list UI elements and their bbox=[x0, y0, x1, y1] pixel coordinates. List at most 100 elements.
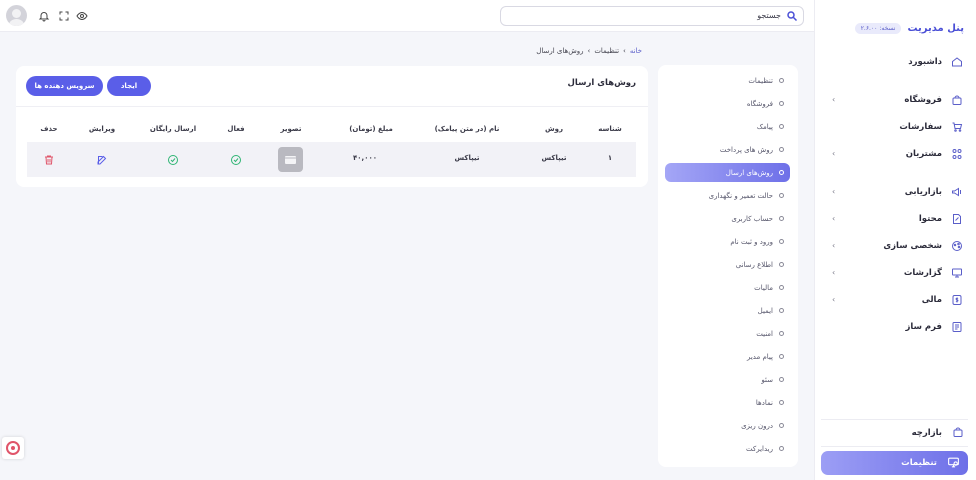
circle-icon bbox=[779, 377, 784, 382]
nav-orders-label: سفارشات bbox=[899, 121, 942, 132]
nav-store[interactable]: فروشگاه ‹ bbox=[814, 86, 976, 113]
circle-icon bbox=[779, 239, 784, 244]
shipping-methods-card: روش‌های ارسال ایجاد سرویس دهنده ها شناسه… bbox=[16, 66, 648, 187]
nav-content[interactable]: محتوا ‹ bbox=[814, 205, 976, 232]
floating-help-button[interactable] bbox=[2, 437, 24, 459]
form-icon bbox=[950, 320, 964, 334]
submenu-item[interactable]: سئو bbox=[665, 370, 790, 389]
nav-personalization-label: شخصی سازی bbox=[883, 240, 942, 251]
submenu-item[interactable]: حالت تعمیر و نگهداری bbox=[665, 186, 790, 205]
submenu-item[interactable]: فروشگاه bbox=[665, 94, 790, 113]
circle-icon bbox=[779, 170, 784, 175]
submenu-item[interactable]: حساب کاربری bbox=[665, 209, 790, 228]
support-icon bbox=[6, 441, 20, 455]
nav-personalization[interactable]: شخصی سازی ‹ bbox=[814, 232, 976, 259]
breadcrumb-current: روش‌های ارسال bbox=[536, 47, 584, 55]
nav-content-label: محتوا bbox=[918, 213, 942, 224]
submenu-item[interactable]: ریدایرکت bbox=[665, 439, 790, 458]
nav-orders[interactable]: سفارشات bbox=[814, 113, 976, 140]
submenu-item[interactable]: نمادها bbox=[665, 393, 790, 412]
nav-marketing-label: بازاریابی bbox=[904, 186, 942, 197]
breadcrumb-home[interactable]: خانه bbox=[630, 47, 642, 55]
nav-customers-label: مشتریان bbox=[905, 148, 942, 159]
version-badge: نسخه: ۲.۶.۰۰ bbox=[854, 22, 902, 34]
submenu-item[interactable]: مالیات bbox=[665, 278, 790, 297]
main-sidebar: پنل مدیریت نسخه: ۲.۶.۰۰ داشبورد فروشگاه … bbox=[814, 0, 976, 480]
nav-bazarche[interactable]: بازارچه bbox=[824, 426, 964, 440]
nav-finance[interactable]: مالی ‹ bbox=[814, 286, 976, 313]
submenu-item[interactable]: روش های پرداخت bbox=[665, 140, 790, 159]
chevron-left-icon: ‹ bbox=[832, 187, 836, 196]
chevron-left-icon: ‹ bbox=[832, 241, 836, 250]
submenu-item[interactable]: پیامک bbox=[665, 117, 790, 136]
free-shipping-check-icon[interactable] bbox=[167, 154, 179, 166]
create-button[interactable]: ایجاد bbox=[107, 76, 151, 96]
top-bar: جستجو bbox=[0, 0, 814, 32]
submenu-item[interactable]: امنیت bbox=[665, 324, 790, 343]
chevron-left-icon: ‹ bbox=[832, 149, 836, 158]
palette-icon bbox=[950, 239, 964, 253]
shopping-bag-icon bbox=[952, 426, 964, 440]
edit-icon[interactable] bbox=[96, 154, 108, 166]
delete-icon[interactable] bbox=[43, 154, 55, 166]
submenu-item-label: تنظیمات bbox=[748, 76, 773, 85]
submenu-item[interactable]: پیام مدیر bbox=[665, 347, 790, 366]
nav-marketing[interactable]: بازاریابی ‹ bbox=[814, 178, 976, 205]
circle-icon bbox=[779, 147, 784, 152]
column-header: نام (در متن پیامک) bbox=[434, 125, 500, 133]
settings-monitor-icon bbox=[947, 456, 960, 471]
bell-icon[interactable] bbox=[38, 10, 50, 22]
submenu-item[interactable]: ایمیل bbox=[665, 301, 790, 320]
column-header: فعال bbox=[227, 125, 245, 133]
shopping-bag-icon bbox=[950, 93, 964, 107]
providers-button[interactable]: سرویس دهنده ها bbox=[26, 76, 103, 96]
brand: پنل مدیریت نسخه: ۲.۶.۰۰ bbox=[824, 20, 964, 36]
column-header: مبلغ (تومان) bbox=[349, 125, 393, 133]
column-header: تصویر bbox=[280, 125, 302, 133]
submenu-item[interactable]: درون ریزی bbox=[665, 416, 790, 435]
active-check-icon[interactable] bbox=[230, 154, 242, 166]
chevron-left-icon: ‹ bbox=[832, 268, 836, 277]
circle-icon bbox=[779, 331, 784, 336]
nav-dashboard-label: داشبورد bbox=[908, 56, 942, 67]
submenu-item[interactable]: تنظیمات bbox=[665, 71, 790, 90]
circle-icon bbox=[779, 354, 784, 359]
breadcrumb-separator-icon: ‹ bbox=[623, 47, 626, 55]
column-header: شناسه bbox=[598, 125, 622, 133]
nav-dashboard[interactable]: داشبورد bbox=[814, 48, 976, 75]
column-header: حذف bbox=[40, 125, 58, 133]
nav-finance-label: مالی bbox=[921, 294, 942, 305]
nav-form-builder[interactable]: فرم ساز bbox=[814, 313, 976, 340]
breadcrumb-settings[interactable]: تنظیمات bbox=[594, 47, 619, 55]
column-header: روش bbox=[544, 125, 564, 133]
submenu-item-active[interactable]: روش‌های ارسال bbox=[665, 163, 790, 182]
submenu-item[interactable]: ورود و ثبت نام bbox=[665, 232, 790, 251]
submenu-item-label: روش های پرداخت bbox=[719, 145, 773, 154]
nav-settings[interactable]: تنظیمات bbox=[821, 451, 968, 475]
brand-title: پنل مدیریت bbox=[907, 22, 964, 34]
submenu-item-label: روش‌های ارسال bbox=[725, 168, 773, 177]
circle-icon bbox=[779, 423, 784, 428]
presentation-icon bbox=[950, 266, 964, 280]
submenu-item[interactable]: اطلاع رسانی bbox=[665, 255, 790, 274]
main-nav: داشبورد فروشگاه ‹ سفارشات مشتریان ‹ بازا… bbox=[814, 48, 976, 340]
nav-reports[interactable]: گزارشات ‹ bbox=[814, 259, 976, 286]
submenu-item-label: حالت تعمیر و نگهداری bbox=[708, 191, 773, 200]
circle-icon bbox=[779, 446, 784, 451]
search-placeholder: جستجو bbox=[757, 11, 781, 20]
eye-icon[interactable] bbox=[76, 10, 88, 22]
submenu-item-label: فروشگاه bbox=[746, 99, 773, 108]
breadcrumb: خانه ‹ تنظیمات ‹ روش‌های ارسال bbox=[536, 47, 642, 55]
submenu-item-label: نمادها bbox=[755, 398, 773, 407]
user-avatar[interactable] bbox=[6, 5, 27, 26]
chevron-left-icon: ‹ bbox=[832, 214, 836, 223]
chevron-left-icon: ‹ bbox=[832, 95, 836, 104]
home-icon bbox=[950, 55, 964, 69]
circle-icon bbox=[779, 400, 784, 405]
settings-submenu: تنظیمات فروشگاه پیامک روش های پرداخت روش… bbox=[658, 65, 798, 467]
fullscreen-icon[interactable] bbox=[58, 10, 70, 22]
chevron-left-icon: ‹ bbox=[832, 295, 836, 304]
circle-icon bbox=[779, 285, 784, 290]
search-input[interactable]: جستجو bbox=[500, 6, 804, 26]
nav-customers[interactable]: مشتریان ‹ bbox=[814, 140, 976, 167]
